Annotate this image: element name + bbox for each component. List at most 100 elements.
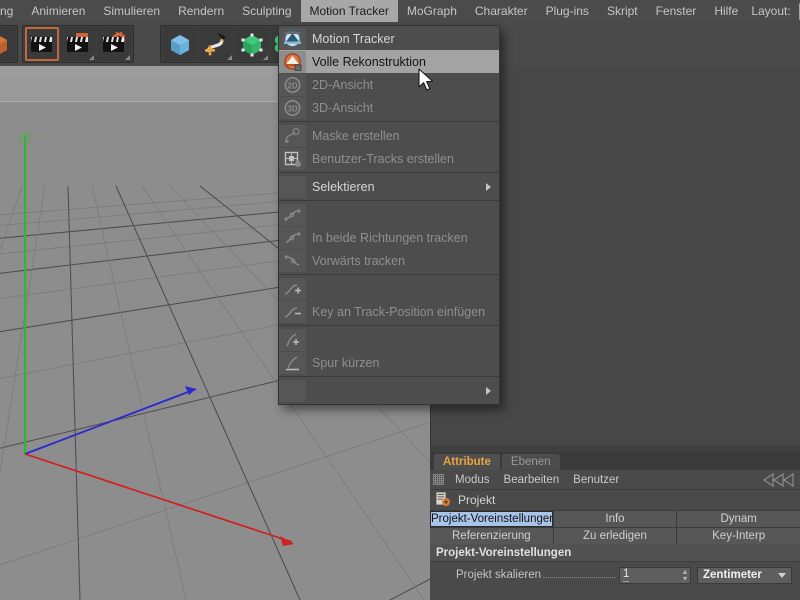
menuitem-spur-kuerzen[interactable] <box>279 328 499 351</box>
generator-array-icon[interactable] <box>235 27 269 61</box>
create-user-tracks-icon <box>279 147 306 170</box>
menuitem-key-loeschen[interactable]: Key an Track-Position einfügen <box>279 300 499 323</box>
add-key-icon <box>279 277 306 300</box>
attr-menu-modus[interactable]: Modus <box>448 474 497 486</box>
track-both-icon <box>279 203 306 226</box>
projekt-einheit-select[interactable]: Zentimeter <box>697 566 793 584</box>
motion-tracker-footage-icon[interactable] <box>25 27 59 61</box>
menu-item-motion-tracker[interactable]: Motion Tracker <box>300 0 398 22</box>
menuitem-constraints[interactable] <box>279 379 499 402</box>
menuitem-motion-tracker[interactable]: Motion Tracker <box>279 27 499 50</box>
attr-menu-bearbeiten[interactable]: Bearbeiten <box>497 474 567 486</box>
menuitem-label: In beide Richtungen tracken <box>312 230 468 245</box>
menuitem-label: Maske erstellen <box>312 128 400 143</box>
layout-label: Layout: <box>751 4 791 18</box>
menu-separator <box>279 325 499 326</box>
delete-key-icon <box>279 300 306 323</box>
menu-item-charakter[interactable]: Charakter <box>466 0 537 22</box>
menuitem-label: Vorwärts tracken <box>312 253 406 268</box>
panel-grip-icon[interactable] <box>433 474 444 485</box>
corner-triangle-icon <box>89 55 94 60</box>
tab-attribute[interactable]: Attribute <box>434 454 500 470</box>
page-tab-dynamik[interactable]: Dynam <box>677 511 800 527</box>
menuitem-label: Key an Track-Position einfügen <box>312 304 486 319</box>
cube-primitive-icon[interactable] <box>163 27 197 61</box>
menuitem-label: 3D-Ansicht <box>312 100 374 115</box>
untrim-track-icon <box>279 351 306 374</box>
view-2d-icon: 2D <box>279 73 306 96</box>
row-label-projekt-skalieren: Projekt skalieren <box>456 569 542 581</box>
svg-text:2D: 2D <box>287 81 297 90</box>
page-tab-zu-erledigen[interactable]: Zu erledigen <box>553 528 677 544</box>
menu-separator <box>279 172 499 173</box>
motion-tracker-solve-icon[interactable] <box>97 27 131 61</box>
motion-tracker-icon <box>279 27 306 50</box>
menuitem-label: Motion Tracker <box>312 31 395 46</box>
toolbar-group-partial <box>0 25 18 63</box>
undo-cube-icon[interactable] <box>0 27 15 61</box>
menuitem-label: Volle Rekonstruktion <box>312 54 426 69</box>
menuitem-label: Selektieren <box>312 179 375 194</box>
main-menubar: ng Animieren Simulieren Rendern Sculptin… <box>0 0 800 22</box>
menu-item-plugins[interactable]: Plug-ins <box>537 0 598 22</box>
chevron-down-icon <box>778 572 787 578</box>
menuitem-in-beide-richtungen-tracken[interactable] <box>279 203 499 226</box>
attribute-tabs: Attribute Ebenen <box>430 452 800 470</box>
chevron-right-icon <box>486 387 491 395</box>
menu-item-rendern[interactable]: Rendern <box>169 0 233 22</box>
page-tab-referenzierung[interactable]: Referenzierung <box>430 528 553 544</box>
menuitem-label: Spur kürzen <box>312 355 380 370</box>
attribute-object-row[interactable]: Projekt <box>430 490 800 511</box>
svg-text:3D: 3D <box>287 104 297 113</box>
attribute-row-projekt-skalieren: Projekt skalieren 1 ▴ ▾ Zentimeter <box>430 565 800 585</box>
page-tab-key-interpolation[interactable]: Key-Interp <box>677 528 800 544</box>
menuitem-selektieren[interactable]: Selektieren <box>279 175 499 198</box>
menuitem-label: Benutzer-Tracks erstellen <box>312 151 454 166</box>
corner-triangle-icon <box>227 55 232 60</box>
submenu-icon-placeholder <box>279 175 306 198</box>
toolbar-group-motiontracker <box>22 25 134 63</box>
tab-ebenen[interactable]: Ebenen <box>501 454 560 470</box>
chevron-right-icon <box>486 183 491 191</box>
attribute-object-label: Projekt <box>458 493 496 507</box>
attribute-menubar: Modus Bearbeiten Benutzer <box>430 470 800 490</box>
motion-tracker-clip-icon[interactable] <box>61 27 95 61</box>
menuitem-benutzer-tracks-erstellen[interactable]: Benutzer-Tracks erstellen <box>279 147 499 170</box>
projekt-skalieren-value: 1 <box>623 568 630 582</box>
page-tab-info[interactable]: Info <box>553 511 677 527</box>
menu-item-sculpting[interactable]: Sculpting <box>233 0 300 22</box>
stepper-icon[interactable]: ▴ ▾ <box>683 568 687 583</box>
corner-triangle-icon <box>125 55 130 60</box>
menuitem-label: 2D-Ansicht <box>312 77 374 92</box>
menuitem-maske-erstellen[interactable]: Maske erstellen <box>279 124 499 147</box>
menu-item-skript[interactable]: Skript <box>598 0 647 22</box>
menuitem-volle-rekonstruktion[interactable]: Volle Rekonstruktion <box>279 50 499 73</box>
menuitem-key-an-track-position-einfuegen[interactable] <box>279 277 499 300</box>
menuitem-vorwaerts-tracken[interactable]: In beide Richtungen tracken <box>279 226 499 249</box>
track-backward-icon <box>279 249 306 272</box>
menuitem-3d-ansicht[interactable]: 3D 3D-Ansicht <box>279 96 499 119</box>
menuitem-spurkuerzung-zuruecknehmen[interactable]: Spur kürzen <box>279 351 499 374</box>
submenu-icon-placeholder <box>279 379 306 402</box>
menu-item-0[interactable]: ng <box>0 0 22 22</box>
motion-tracker-dropdown[interactable]: Motion Tracker Volle Rekonstruktion 2D 2… <box>278 25 500 405</box>
track-forward-icon <box>279 226 306 249</box>
projekt-skalieren-input[interactable]: 1 ▴ ▾ <box>619 566 692 584</box>
menuitem-rueckwaerts-tracken[interactable]: Vorwärts tracken <box>279 249 499 272</box>
menu-item-animieren[interactable]: Animieren <box>22 0 94 22</box>
page-tab-projekt-voreinstellungen[interactable]: Projekt-Voreinstellungen <box>430 511 553 527</box>
menu-item-hilfe[interactable]: Hilfe <box>705 0 747 22</box>
menu-item-mograph[interactable]: MoGraph <box>398 0 466 22</box>
menu-item-fenster[interactable]: Fenster <box>647 0 706 22</box>
trim-track-icon <box>279 328 306 351</box>
menuitem-2d-ansicht[interactable]: 2D 2D-Ansicht <box>279 73 499 96</box>
leader-dots <box>543 568 616 578</box>
project-settings-icon <box>435 491 451 510</box>
menu-separator <box>279 200 499 201</box>
menu-separator <box>279 121 499 122</box>
attr-menu-benutzer[interactable]: Benutzer <box>566 474 626 486</box>
spline-pen-icon[interactable] <box>199 27 233 61</box>
projekt-einheit-value: Zentimeter <box>703 569 762 581</box>
attribute-history-nav[interactable] <box>762 473 796 487</box>
menu-item-simulieren[interactable]: Simulieren <box>94 0 169 22</box>
